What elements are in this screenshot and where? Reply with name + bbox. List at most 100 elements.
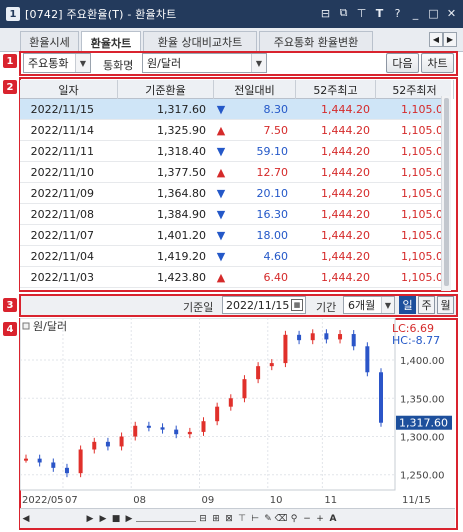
base-date-input[interactable]: 2022/11/15 ▦ — [222, 296, 306, 314]
cell-high: 1,444.20 — [321, 124, 370, 137]
grid-icon[interactable]: ⊢ — [249, 512, 261, 526]
col-high[interactable]: 52주최고 — [296, 80, 376, 99]
plus-icon[interactable]: + — [314, 512, 326, 526]
candle — [24, 458, 28, 461]
tab-prev-icon[interactable]: ◀ — [429, 32, 443, 47]
cell-rate: 1,318.40 — [157, 145, 206, 158]
cell-date: 2022/11/03 — [30, 271, 94, 284]
table-row[interactable]: 2022/11/14 1,325.90 ▲ 7.50 1,444.20 1,105.00 — [20, 120, 451, 141]
table-scrollbar[interactable] — [441, 96, 451, 291]
rate-chart[interactable]: 1,250.00 1,300.00 1,350.00 1,400.00 2022/05… — [20, 318, 452, 508]
cell-date: 2022/11/10 — [30, 166, 94, 179]
tab-relative-chart[interactable]: 환율 상대비교차트 — [143, 31, 257, 52]
candle — [92, 441, 97, 450]
copy-icon[interactable]: ⧉ — [336, 5, 351, 21]
minimize-icon[interactable]: _ — [408, 5, 423, 21]
period-label: 기간 — [316, 301, 337, 314]
table-row[interactable]: 2022/11/07 1,401.20 ▼ 18.00 1,444.20 1,105.00 — [20, 225, 451, 246]
pin-icon[interactable]: ⊤ — [354, 5, 369, 21]
currency-value: 원/달러 — [147, 57, 182, 70]
period-month-button[interactable]: 월 — [437, 296, 454, 314]
region-badge-2: 2 — [3, 80, 17, 94]
current-value-label: 1,317.60 — [399, 417, 448, 430]
candle — [324, 333, 329, 340]
tab-next-icon[interactable]: ▶ — [443, 32, 457, 47]
calendar-icon[interactable]: ▦ — [291, 299, 303, 311]
x-tick-label: 11 — [324, 495, 337, 506]
currency-select[interactable]: 원/달러 ▼ — [142, 53, 267, 73]
minus-icon[interactable]: − — [301, 512, 313, 526]
candle — [78, 449, 83, 474]
cell-high: 1,444.20 — [321, 208, 370, 221]
cell-rate: 1,364.80 — [157, 187, 206, 200]
cell-high: 1,444.20 — [321, 145, 370, 158]
candle — [242, 379, 247, 399]
zoom-area-icon[interactable]: ⊟ — [197, 512, 209, 526]
window-title: [0742] 주요환율(T) - 환율차트 — [25, 8, 177, 21]
cell-change: 6.40 — [263, 271, 289, 284]
period-week-button[interactable]: 주 — [418, 296, 435, 314]
col-change[interactable]: 전일대비 — [214, 80, 296, 99]
cell-change: 4.60 — [263, 250, 289, 263]
play-icon[interactable]: ▶ — [97, 512, 109, 526]
y-tick-label: 1,300.00 — [400, 432, 445, 443]
help-icon[interactable]: ? — [390, 5, 405, 21]
tab-rate-chart[interactable]: 환율차트 — [81, 31, 141, 53]
cell-rate: 1,317.60 — [157, 103, 206, 116]
table-row[interactable]: 2022/11/15 1,317.60 ▼ 8.30 1,444.20 1,105.00 — [20, 99, 451, 120]
y-tick-label: 1,400.00 — [400, 356, 445, 367]
col-date[interactable]: 일자 — [20, 80, 118, 99]
candle — [64, 467, 69, 474]
maximize-icon[interactable]: □ — [426, 5, 441, 21]
pen-icon[interactable]: ✎ — [262, 512, 274, 526]
cell-date: 2022/11/11 — [30, 145, 94, 158]
cell-change: 8.30 — [263, 103, 289, 116]
hc-label: HC:-8.77 — [392, 334, 440, 347]
auto-icon[interactable]: A — [327, 512, 339, 526]
base-date-value: 2022/11/15 — [226, 298, 290, 312]
table-row[interactable]: 2022/11/11 1,318.40 ▼ 59.10 1,444.20 1,105.00 — [20, 141, 451, 162]
table-row[interactable]: 2022/11/09 1,364.80 ▼ 20.10 1,444.20 1,105.00 — [20, 183, 451, 204]
zoom-icon[interactable]: ⚲ — [288, 512, 300, 526]
col-rate[interactable]: 기준환율 — [118, 80, 214, 99]
font-icon[interactable]: T — [372, 5, 387, 21]
table-row[interactable]: 2022/11/08 1,384.90 ▼ 16.30 1,444.20 1,105.00 — [20, 204, 451, 225]
candle — [228, 398, 233, 407]
tab-bar: 환율시세 환율차트 환율 상대비교차트 주요통화 환율변환 ◀ ▶ — [0, 28, 463, 53]
table-row[interactable]: 2022/11/04 1,419.20 ▼ 4.60 1,444.20 1,105.00 — [20, 246, 451, 267]
prev-icon[interactable]: ▶ — [84, 512, 96, 526]
table-row[interactable]: 2022/11/10 1,377.50 ▲ 12.70 1,444.20 1,105.00 — [20, 162, 451, 183]
period-day-button[interactable]: 일 — [399, 296, 416, 314]
cell-change: 20.10 — [256, 187, 289, 200]
cell-date: 2022/11/07 — [30, 229, 94, 242]
chart-button[interactable]: 차트 — [421, 53, 454, 73]
crosshair-icon[interactable]: ⊞ — [210, 512, 222, 526]
y-tick-label: 1,250.00 — [400, 471, 445, 482]
tab-rate-quote[interactable]: 환율시세 — [20, 31, 79, 52]
cell-change: 59.10 — [256, 145, 289, 158]
fib-icon[interactable]: ⊤ — [236, 512, 248, 526]
next-button[interactable]: 다음 — [386, 53, 419, 73]
layout-icon[interactable]: ⊟ — [318, 5, 333, 21]
region-badge-3: 3 — [3, 298, 17, 312]
first-icon[interactable]: ◀ — [20, 512, 32, 526]
cell-change: 16.30 — [256, 208, 289, 221]
candle — [37, 458, 42, 463]
next-icon[interactable]: ▶ — [123, 512, 135, 526]
stop-icon[interactable]: ■ — [110, 512, 122, 526]
period-select[interactable]: 6개월 ▼ — [343, 296, 395, 314]
cell-high: 1,444.20 — [321, 187, 370, 200]
scroll-bar-icon[interactable] — [136, 516, 196, 522]
tab-currency-convert[interactable]: 주요통화 환율변환 — [259, 31, 373, 52]
cell-rate: 1,419.20 — [157, 250, 206, 263]
scroll-thumb[interactable] — [444, 98, 449, 286]
category-select[interactable]: 주요통화 ▼ — [23, 53, 91, 73]
line-draw-icon[interactable]: ⊠ — [223, 512, 235, 526]
close-icon[interactable]: ✕ — [444, 5, 459, 21]
table-row[interactable]: 2022/11/03 1,423.80 ▲ 6.40 1,444.20 1,105.00 — [20, 267, 451, 288]
eraser-icon[interactable]: ⌫ — [275, 512, 288, 526]
chevron-down-icon: ▼ — [381, 297, 394, 313]
cell-rate: 1,423.80 — [157, 271, 206, 284]
cell-rate: 1,377.50 — [157, 166, 206, 179]
